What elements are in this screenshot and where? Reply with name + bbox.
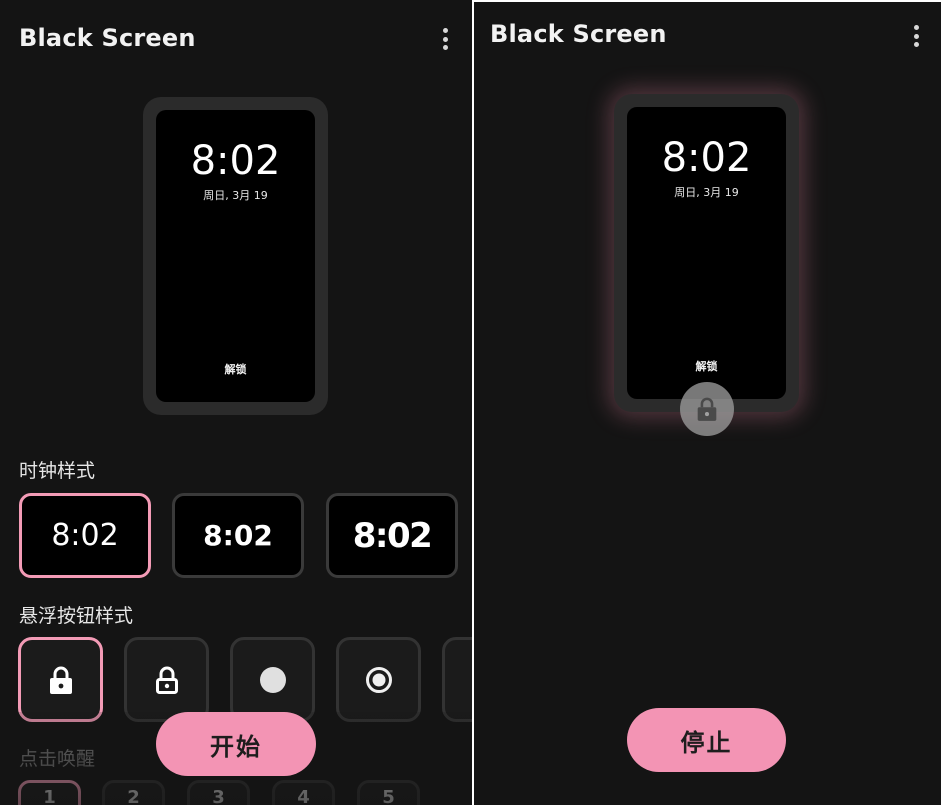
start-button[interactable]: 开始 xyxy=(156,712,316,776)
clock-style-heavy-text: 8:02 xyxy=(352,515,433,556)
clock-style-thin[interactable]: 8:02 xyxy=(19,493,151,578)
preview-clock-time: 8:02 xyxy=(190,138,281,184)
wake-option-5[interactable]: 5 xyxy=(357,780,420,805)
lock-filled-icon xyxy=(49,666,72,694)
preview-unlock-label: 解锁 xyxy=(695,360,718,373)
wake-option-3-text: 3 xyxy=(212,787,225,805)
preview-unlock-label: 解锁 xyxy=(224,363,247,376)
settings-screen: Black Screen 8:02 周日, 3月 19 解锁 时钟样式 8:02… xyxy=(0,0,472,805)
float-style-radio[interactable] xyxy=(336,637,421,722)
float-button-style-heading: 悬浮按钮样式 xyxy=(19,605,134,627)
app-title: Black Screen xyxy=(490,20,667,48)
clock-style-heading: 时钟样式 xyxy=(19,460,96,482)
tap-to-wake-heading: 点击唤醒 xyxy=(19,748,96,770)
stop-button[interactable]: 停止 xyxy=(627,708,786,772)
dot-icon xyxy=(259,666,286,693)
phone-preview-screen: 8:02 周日, 3月 19 解锁 xyxy=(627,107,786,399)
wake-option-4-text: 4 xyxy=(297,787,310,805)
phone-preview-screen: 8:02 周日, 3月 19 解锁 xyxy=(156,110,315,402)
wake-option-3[interactable]: 3 xyxy=(187,780,250,805)
clock-style-bold[interactable]: 8:02 xyxy=(172,493,304,578)
float-style-lock-filled[interactable] xyxy=(18,637,103,722)
lock-outline-icon xyxy=(155,666,178,694)
clock-style-bold-text: 8:02 xyxy=(203,519,273,552)
wake-option-1-text: 1 xyxy=(43,787,56,805)
wake-option-2[interactable]: 2 xyxy=(102,780,165,805)
radio-icon xyxy=(365,666,392,693)
app-title: Black Screen xyxy=(19,24,196,52)
float-style-lock-outline[interactable] xyxy=(124,637,209,722)
preview-date: 周日, 3月 19 xyxy=(203,189,268,202)
more-options-icon[interactable] xyxy=(904,22,928,50)
clock-style-thin-text: 8:02 xyxy=(51,518,119,553)
float-style-dot[interactable] xyxy=(230,637,315,722)
floating-lock-button[interactable] xyxy=(680,382,734,436)
wake-option-5-text: 5 xyxy=(382,787,395,805)
lock-icon xyxy=(697,397,717,421)
preview-clock-time: 8:02 xyxy=(661,135,752,181)
wake-option-2-text: 2 xyxy=(127,787,140,805)
phone-preview: 8:02 周日, 3月 19 解锁 xyxy=(143,97,328,415)
preview-date: 周日, 3月 19 xyxy=(674,186,739,199)
wake-option-1[interactable]: 1 xyxy=(18,780,81,805)
running-screen: Black Screen 8:02 周日, 3月 19 解锁 停止 xyxy=(474,2,941,805)
phone-preview-active: 8:02 周日, 3月 19 解锁 xyxy=(614,94,799,412)
clock-style-heavy[interactable]: 8:02 xyxy=(326,493,458,578)
float-style-more[interactable] xyxy=(442,637,472,722)
more-options-icon[interactable] xyxy=(433,25,457,53)
wake-option-4[interactable]: 4 xyxy=(272,780,335,805)
